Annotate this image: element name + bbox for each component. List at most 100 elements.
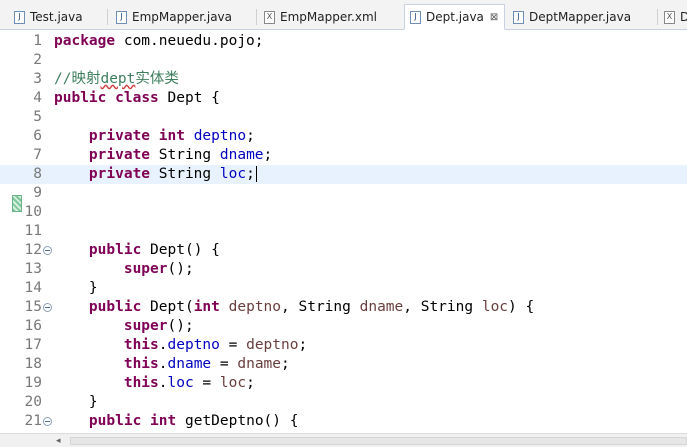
- code-token: ;: [246, 166, 255, 182]
- fold-collapse-icon[interactable]: [43, 417, 52, 426]
- code-line[interactable]: 15 public Dept(int deptno, String dname,…: [0, 298, 687, 317]
- code-token: this: [123, 356, 159, 372]
- code-token: deptno: [246, 337, 299, 353]
- fold-collapse-icon[interactable]: [43, 246, 52, 255]
- code-line[interactable]: 12 public Dept() {: [0, 241, 687, 260]
- fold-collapse-icon[interactable]: [43, 303, 52, 312]
- code-token: super: [123, 318, 168, 334]
- line-number: 15: [24, 299, 42, 315]
- code-token: public: [88, 242, 142, 258]
- code-token: class: [115, 90, 159, 106]
- code-line[interactable]: 21 public int getDeptno() {: [0, 412, 687, 431]
- code-token: int: [150, 413, 177, 429]
- code-token: =: [193, 375, 220, 391]
- code-token: Dept() {: [141, 242, 220, 258]
- code-token: Dept {: [158, 90, 220, 106]
- code-text: super();: [54, 317, 194, 336]
- tab-empmapper-xml[interactable]: X EmpMapper.xml: [264, 5, 377, 29]
- tab-test-java[interactable]: J Test.java: [14, 5, 83, 29]
- code-token: dname: [219, 147, 264, 163]
- code-text: private String loc;: [54, 165, 257, 184]
- code-token: dname: [167, 356, 212, 372]
- code-token: ) {: [508, 299, 535, 315]
- code-token: ;: [246, 375, 255, 391]
- code-token: public: [54, 90, 107, 106]
- code-token: , String: [281, 299, 360, 315]
- code-token: }: [54, 394, 98, 410]
- code-token: loc: [167, 375, 194, 391]
- quick-diff-marker: [12, 195, 22, 212]
- code-line[interactable]: 14 }: [0, 279, 687, 298]
- code-line[interactable]: 19 this.loc = loc;: [0, 374, 687, 393]
- code-text: //映射dept实体类: [54, 70, 179, 89]
- code-token: private: [88, 128, 151, 144]
- code-text: this.deptno = deptno;: [54, 336, 307, 355]
- code-line[interactable]: 18 this.dname = dname;: [0, 355, 687, 374]
- tab-label: EmpMapper.java: [132, 10, 233, 24]
- code-line[interactable]: 16 super();: [0, 317, 687, 336]
- tab-divider: [107, 9, 108, 25]
- tab-dept-java[interactable]: J Dept.java ⊠: [404, 4, 506, 30]
- code-line[interactable]: 8 private String loc;: [0, 165, 687, 184]
- code-line[interactable]: 5: [0, 108, 687, 127]
- code-token: ;: [263, 147, 273, 163]
- code-text: public class Dept {: [54, 89, 220, 108]
- code-token: int: [158, 128, 185, 144]
- code-line[interactable]: 3 //映射dept实体类: [0, 70, 687, 89]
- code-token: Dept(: [141, 299, 194, 315]
- code-line[interactable]: 2: [0, 51, 687, 70]
- code-line[interactable]: 20 }: [0, 393, 687, 412]
- java-file-icon: J: [513, 10, 524, 24]
- code-line[interactable]: 17 this.deptno = deptno;: [0, 336, 687, 355]
- tab-overflow[interactable]: X D: [664, 5, 687, 29]
- code-line[interactable]: 1 package com.neuedu.pojo;: [0, 32, 687, 51]
- code-token: ;: [298, 337, 308, 353]
- code-text: public Dept() {: [54, 241, 220, 260]
- line-number: 2: [33, 52, 42, 68]
- code-token: deptno: [193, 128, 247, 144]
- line-number: 3: [33, 71, 42, 87]
- line-number: 7: [33, 147, 42, 163]
- code-text: }: [54, 393, 98, 412]
- code-token: loc: [481, 299, 509, 315]
- code-line[interactable]: 13 super();: [0, 260, 687, 279]
- code-token: package: [54, 33, 116, 49]
- horizontal-scrollbar[interactable]: ◂: [0, 433, 687, 447]
- close-tab-icon[interactable]: ⊠: [490, 12, 498, 23]
- java-file-icon: J: [116, 10, 127, 24]
- code-line[interactable]: 9: [0, 184, 687, 203]
- tab-label: D: [680, 10, 687, 24]
- code-line[interactable]: 7 private String dname;: [0, 146, 687, 165]
- tab-label: Dept.java: [426, 10, 484, 24]
- scroll-left-icon[interactable]: ◂: [56, 436, 61, 446]
- code-token: loc: [219, 375, 247, 391]
- code-text: this.loc = loc;: [54, 374, 255, 393]
- code-line[interactable]: 6 private int deptno;: [0, 127, 687, 146]
- code-token: dname: [359, 299, 404, 315]
- code-line[interactable]: 10: [0, 203, 687, 222]
- line-number: 8: [33, 166, 42, 182]
- code-line[interactable]: 11: [0, 222, 687, 241]
- java-file-icon: J: [410, 10, 421, 24]
- code-line[interactable]: 4 public class Dept {: [0, 89, 687, 108]
- line-number: 4: [33, 90, 42, 106]
- code-token: ;: [246, 128, 255, 144]
- code-editor[interactable]: 1 package com.neuedu.pojo; 2 3//映射dept实体类 4 p…: [0, 30, 687, 433]
- tab-empmapper-java[interactable]: J EmpMapper.java: [116, 5, 232, 29]
- code-text: package com.neuedu.pojo;: [54, 32, 264, 51]
- scrollbar-thumb[interactable]: [70, 437, 687, 445]
- line-number: 17: [24, 337, 42, 353]
- code-token: this: [123, 337, 159, 353]
- tab-deptmapper-java[interactable]: J DeptMapper.java: [513, 5, 631, 29]
- code-token: this: [123, 375, 159, 391]
- code-token: String: [150, 147, 220, 163]
